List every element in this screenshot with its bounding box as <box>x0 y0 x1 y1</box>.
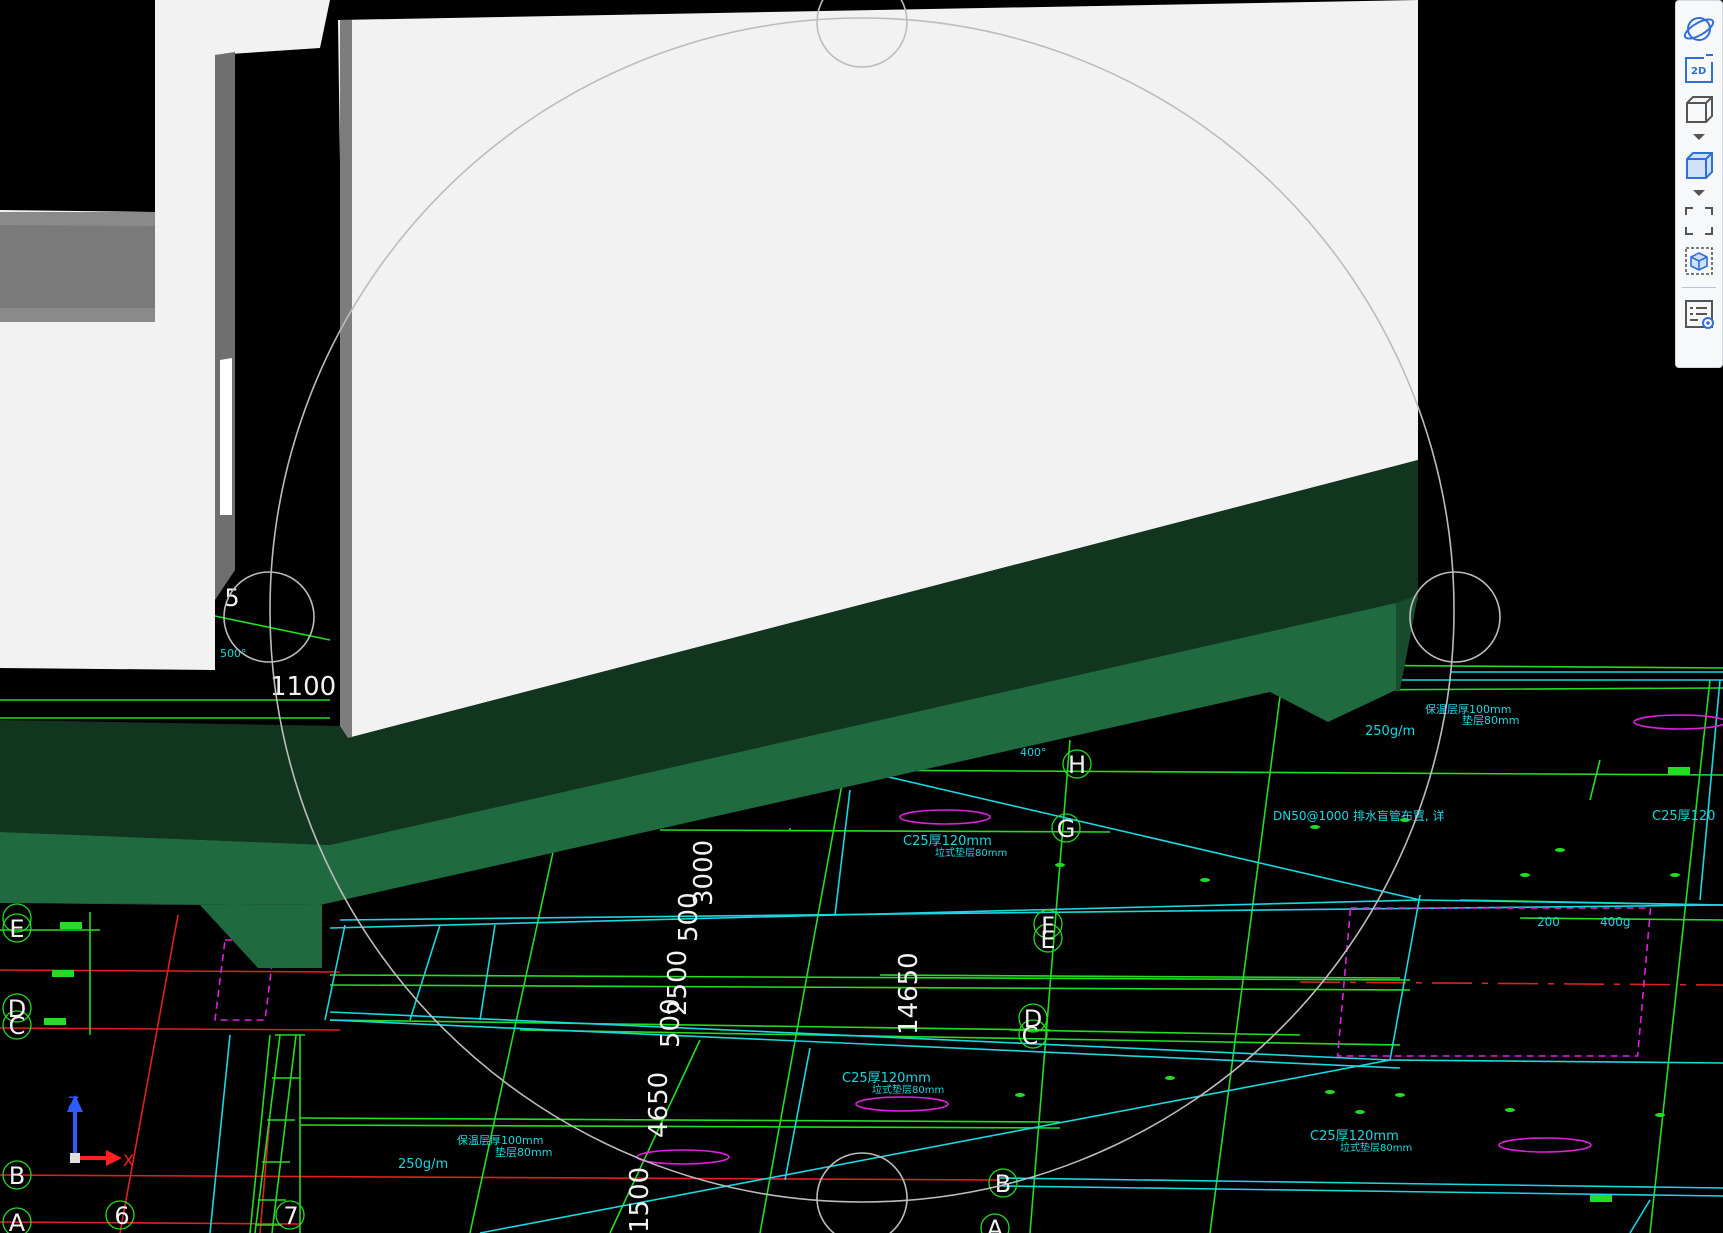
orbit-icon <box>1683 17 1715 41</box>
grid-label-c-left: C <box>9 1012 26 1040</box>
annotation-c25-a: C25厚120mm <box>903 834 992 849</box>
annotation-80mm-a: 垫层80mm <box>1462 713 1519 727</box>
axis-label-z: Z <box>68 1093 79 1112</box>
view-toolbar: 2D <box>1675 0 1723 368</box>
annotation-c25-c-sub: 垃式垫层80mm <box>1340 1141 1412 1154</box>
annotation-c25-a-sub: 垃式垫层80mm <box>935 846 1007 859</box>
main-block-edge <box>340 0 352 760</box>
view-2d-button[interactable]: 2D <box>1679 49 1719 89</box>
grid-label-a: A <box>987 1215 1004 1233</box>
dimension-500-b: 500 <box>656 998 686 1048</box>
annotation-c25-b-sub: 垃式垫层80mm <box>872 1083 944 1096</box>
model-properties-button[interactable] <box>1679 294 1719 334</box>
3d-model-viewport[interactable]: C25厚120mm 垃式垫层80mm C25厚120mm 垃式垫层80mm C2… <box>0 0 1723 1233</box>
view-3d-wire-dropdown[interactable] <box>1679 129 1719 145</box>
grid-label-6: 6 <box>114 1202 129 1230</box>
annotation-400b: 400° <box>1020 746 1047 759</box>
grid-label-7: 7 <box>283 1202 298 1230</box>
dimension-4650: 4650 <box>644 1072 674 1138</box>
grid-label-b-left: B <box>9 1162 25 1190</box>
section-box-icon <box>1685 247 1713 275</box>
view-3d-wire-button[interactable] <box>1679 89 1719 129</box>
grid-label-a-left: A <box>9 1209 26 1233</box>
chevron-down-icon <box>1693 190 1705 196</box>
dimension-14650: 14650 <box>894 952 924 1035</box>
view-3d-solid-button[interactable] <box>1679 145 1719 185</box>
annotation-c25-c: C25厚120mm <box>1310 1129 1399 1144</box>
orbit-button[interactable] <box>1679 9 1719 49</box>
toolbar-separator <box>1682 287 1716 288</box>
view-3d-solid-dropdown[interactable] <box>1679 185 1719 201</box>
dimension-1100: 1100 <box>270 672 336 702</box>
annotation-80mm-b: 垫层80mm <box>495 1145 552 1159</box>
grid-label-5: 5 <box>224 584 239 612</box>
view-2d-label: 2D <box>1691 66 1707 77</box>
annotation-200: 200 <box>1537 915 1560 929</box>
chevron-down-icon <box>1693 134 1705 140</box>
left-building-column <box>215 52 235 600</box>
dimension-1500: 1500 <box>625 1167 655 1233</box>
model-properties-icon <box>1685 300 1714 329</box>
model-scene[interactable]: C25厚120mm 垃式垫层80mm C25厚120mm 垃式垫层80mm C2… <box>0 0 1723 1233</box>
annotation-250g-b: 250g/m <box>398 1157 448 1172</box>
annotation-100mm-b: 保温层厚100mm <box>457 1133 543 1147</box>
grid-label-g: G <box>1057 815 1076 843</box>
view-3d-wire-icon <box>1686 96 1713 123</box>
left-building-column-face <box>220 358 232 515</box>
annotation-250g-a: 250g/m <box>1365 724 1415 739</box>
grid-label-e-left: E <box>9 915 24 943</box>
grid-label-c: C <box>1022 1022 1039 1050</box>
view-3d-solid-icon <box>1686 152 1713 179</box>
annotation-c25-d: C25厚120 <box>1652 809 1715 824</box>
left-building-band-face <box>0 225 155 308</box>
grid-label-e: E <box>1040 926 1055 954</box>
dimension-500-a: 500 <box>674 892 704 942</box>
fit-view-icon <box>1685 207 1713 235</box>
left-building-cutout <box>0 0 155 212</box>
grid-label-h: H <box>1068 751 1086 779</box>
section-box-button[interactable] <box>1679 241 1719 281</box>
axis-label-x: X <box>123 1151 134 1170</box>
fit-view-button[interactable] <box>1679 201 1719 241</box>
annotation-c25-b: C25厚120mm <box>842 1071 931 1086</box>
annotation-400: 400g <box>1600 915 1631 929</box>
